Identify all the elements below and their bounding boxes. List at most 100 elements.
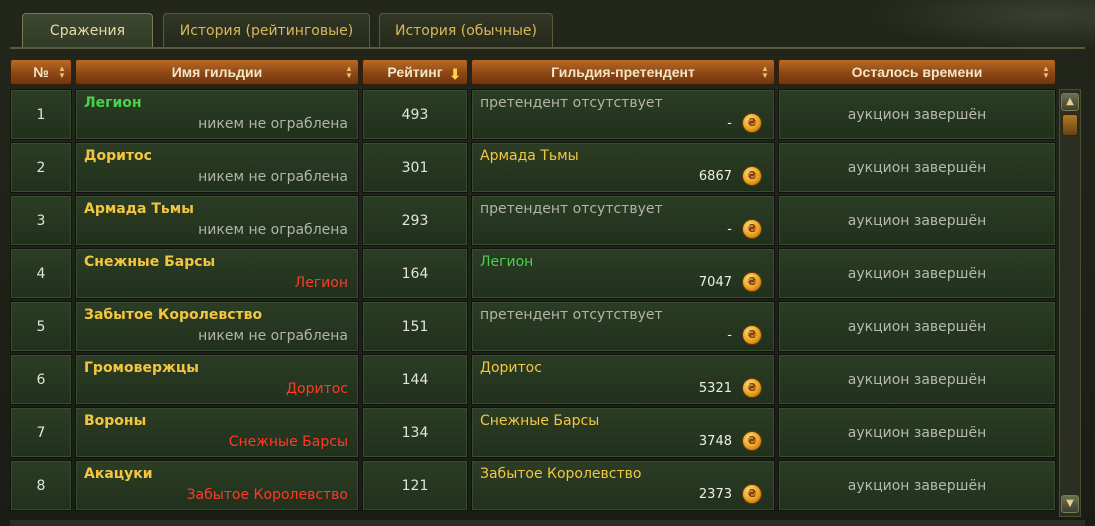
time-left-status: аукцион завершён [778, 89, 1056, 140]
tab-history-normal[interactable]: История (обычные) [379, 13, 553, 47]
table-row[interactable]: 3 Армада Тьмы никем не ограблена 293 претенд… [10, 195, 1056, 246]
table-row[interactable]: 8 Акацуки Забытое Королевство 121 Забытое Ко… [10, 460, 1056, 511]
challenger-name[interactable]: Снежные Барсы [480, 413, 599, 429]
row-number: 3 [10, 195, 72, 246]
guild-cell: Легион никем не ограблена [75, 89, 359, 140]
guild-name[interactable]: Доритос [84, 148, 152, 164]
robbed-by-status: никем не ограблена [198, 222, 348, 238]
column-header-time-left[interactable]: Осталось времени ▲ ▼ [778, 59, 1056, 85]
challenger-cell: Легион 7047 ₴ [471, 248, 775, 299]
sort-arrows-icon: ▲ ▼ [761, 64, 769, 80]
time-left-status: аукцион завершён [778, 142, 1056, 193]
table-row[interactable]: 6 Громовержцы Доритос 144 Доритос 5321 ₴ аукцио… [10, 354, 1056, 405]
challenger-name[interactable]: Забытое Королевство [480, 466, 641, 482]
column-header-num[interactable]: № ▲ ▼ [10, 59, 72, 85]
ornament-decoration [865, 0, 1095, 50]
tab-label: История (рейтинговые) [179, 23, 354, 39]
bid-amount: - [727, 116, 732, 131]
robbed-by-status: никем не ограблена [198, 328, 348, 344]
tab-underline [10, 47, 1085, 49]
table-row[interactable]: 4 Снежные Барсы Легион 164 Легион 7047 ₴ аукцио… [10, 248, 1056, 299]
time-left-status: аукцион завершён [778, 248, 1056, 299]
guild-cell: Снежные Барсы Легион [75, 248, 359, 299]
guild-name[interactable]: Акацуки [84, 466, 153, 482]
guild-cell: Доритос никем не ограблена [75, 142, 359, 193]
bottom-bar [10, 520, 1085, 526]
guild-cell: Вороны Снежные Барсы [75, 407, 359, 458]
guild-name[interactable]: Вороны [84, 413, 146, 429]
challenger-name: претендент отсутствует [480, 95, 663, 111]
challenger-cell: Забытое Королевство 2373 ₴ [471, 460, 775, 511]
column-header-label: Гильдия-претендент [551, 64, 695, 80]
row-number: 8 [10, 460, 72, 511]
sort-arrows-icon: ▲ ▼ [345, 64, 353, 80]
tab-history-rated[interactable]: История (рейтинговые) [163, 13, 370, 47]
challenger-cell: претендент отсутствует - ₴ [471, 195, 775, 246]
table-row[interactable]: 7 Вороны Снежные Барсы 134 Снежные Барсы 3748… [10, 407, 1056, 458]
gold-coin-icon: ₴ [742, 272, 762, 292]
challenger-name[interactable]: Армада Тьмы [480, 148, 579, 164]
rating-value: 301 [362, 142, 468, 193]
challenger-cell: Армада Тьмы 6867 ₴ [471, 142, 775, 193]
bid-amount: 2373 [698, 487, 732, 502]
guild-name[interactable]: Легион [84, 95, 142, 111]
guild-name[interactable]: Громовержцы [84, 360, 199, 376]
challenger-name: претендент отсутствует [480, 307, 663, 323]
guild-cell: Громовержцы Доритос [75, 354, 359, 405]
column-header-challenger[interactable]: Гильдия-претендент ▲ ▼ [471, 59, 775, 85]
row-number: 6 [10, 354, 72, 405]
guild-cell: Забытое Королевство никем не ограблена [75, 301, 359, 352]
robbed-by-status: никем не ограблена [198, 169, 348, 185]
bid-amount: 7047 [698, 275, 732, 290]
column-header-label: Рейтинг [387, 64, 443, 80]
robbed-by-status: Легион [294, 275, 348, 291]
table-row[interactable]: 1 Легион никем не ограблена 493 претендент о… [10, 89, 1056, 140]
gold-coin-icon: ₴ [742, 378, 762, 398]
table-row[interactable]: 2 Доритос никем не ограблена 301 Армада Тьмы… [10, 142, 1056, 193]
time-left-status: аукцион завершён [778, 354, 1056, 405]
challenger-name[interactable]: Легион [480, 254, 533, 270]
sort-arrows-icon: ▲ ▼ [58, 64, 66, 80]
robbed-by-status: Забытое Королевство [186, 487, 348, 503]
bid-amount: - [727, 222, 732, 237]
tab-battles[interactable]: Сражения [22, 13, 153, 49]
row-number: 1 [10, 89, 72, 140]
rating-value: 144 [362, 354, 468, 405]
scrollbar[interactable]: ▲ ▼ [1059, 89, 1081, 517]
challenger-name[interactable]: Доритос [480, 360, 542, 376]
robbed-by-status: никем не ограблена [198, 116, 348, 132]
rating-value: 134 [362, 407, 468, 458]
battles-table: 1 Легион никем не ограблена 493 претендент о… [10, 89, 1056, 515]
sort-arrows-icon: ▲ ▼ [1042, 64, 1050, 80]
rating-value: 151 [362, 301, 468, 352]
gold-coin-icon: ₴ [742, 431, 762, 451]
time-left-status: аукцион завершён [778, 195, 1056, 246]
gold-coin-icon: ₴ [742, 325, 762, 345]
row-number: 5 [10, 301, 72, 352]
rating-value: 493 [362, 89, 468, 140]
robbed-by-status: Доритос [286, 381, 348, 397]
column-header-label: № [33, 64, 49, 80]
scroll-down-icon[interactable]: ▼ [1061, 495, 1079, 513]
gold-coin-icon: ₴ [742, 113, 762, 133]
scroll-thumb[interactable] [1062, 114, 1078, 136]
challenger-cell: претендент отсутствует - ₴ [471, 301, 775, 352]
guild-name[interactable]: Армада Тьмы [84, 201, 194, 217]
guild-name[interactable]: Снежные Барсы [84, 254, 215, 270]
rating-value: 293 [362, 195, 468, 246]
table-row[interactable]: 5 Забытое Королевство никем не ограблена 15… [10, 301, 1056, 352]
bid-amount: - [727, 328, 732, 343]
challenger-cell: Снежные Барсы 3748 ₴ [471, 407, 775, 458]
column-header-guild[interactable]: Имя гильдии ▲ ▼ [75, 59, 359, 85]
guild-name[interactable]: Забытое Королевство [84, 307, 262, 323]
guild-cell: Армада Тьмы никем не ограблена [75, 195, 359, 246]
guild-cell: Акацуки Забытое Королевство [75, 460, 359, 511]
bid-amount: 5321 [698, 381, 732, 396]
column-header-rating[interactable]: Рейтинг ⬇ [362, 59, 468, 85]
robbed-by-status: Снежные Барсы [228, 434, 348, 450]
scroll-up-icon[interactable]: ▲ [1061, 93, 1079, 111]
row-number: 4 [10, 248, 72, 299]
rating-value: 121 [362, 460, 468, 511]
challenger-cell: Доритос 5321 ₴ [471, 354, 775, 405]
time-left-status: аукцион завершён [778, 301, 1056, 352]
